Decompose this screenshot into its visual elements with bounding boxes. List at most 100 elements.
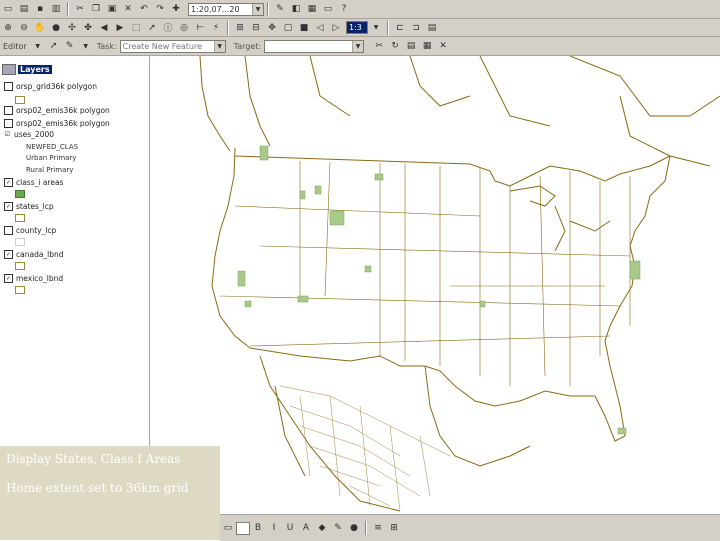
layout-pan-icon[interactable]: ✥ bbox=[265, 21, 279, 35]
help-icon[interactable]: ? bbox=[337, 2, 351, 16]
layout-back-icon[interactable]: ◁ bbox=[313, 21, 327, 35]
print-icon[interactable]: ▥ bbox=[49, 2, 63, 16]
layer-visibility-checkbox[interactable]: ✓ bbox=[4, 250, 13, 259]
fill-color-icon[interactable]: ◆ bbox=[315, 521, 329, 535]
rotate-tool-icon[interactable]: ↻ bbox=[388, 39, 402, 53]
fixed-zoom-out-icon[interactable]: ✤ bbox=[81, 21, 95, 35]
states-symbol-icon bbox=[15, 214, 25, 222]
layer-visibility-checkbox[interactable] bbox=[4, 119, 13, 128]
layer-item[interactable]: county_lcp bbox=[4, 226, 56, 235]
select-elements-icon[interactable]: ➚ bbox=[145, 21, 159, 35]
class-i-areas-symbol-icon bbox=[15, 190, 25, 198]
sketch-tool-icon[interactable]: ✎ bbox=[63, 39, 77, 53]
open-folder-icon[interactable]: ▤ bbox=[17, 2, 31, 16]
select-features-icon[interactable]: ⬚ bbox=[129, 21, 143, 35]
attributes-icon[interactable]: ▤ bbox=[404, 39, 418, 53]
new-document-icon[interactable]: ▭ bbox=[1, 2, 15, 16]
layer-visibility-checkbox[interactable] bbox=[4, 82, 13, 91]
focus-frame-icon[interactable]: ⊐ bbox=[409, 21, 423, 35]
layer-label: orsp02_emis36k polygon bbox=[16, 106, 110, 115]
layers-header[interactable]: Layers bbox=[18, 64, 52, 74]
layer-visibility-checkbox[interactable]: ✓ bbox=[4, 178, 13, 187]
undo-icon[interactable]: ↶ bbox=[137, 2, 151, 16]
editor-menu[interactable]: Editor bbox=[3, 42, 27, 51]
chevron-down-icon[interactable]: ▼ bbox=[31, 39, 45, 53]
delete-icon[interactable]: ✕ bbox=[121, 2, 135, 16]
layout-forward-icon[interactable]: ▷ bbox=[329, 21, 343, 35]
change-layout-icon[interactable]: ▤ bbox=[425, 21, 439, 35]
layer-item[interactable]: ✓ class_i areas bbox=[4, 178, 63, 187]
redo-icon[interactable]: ↷ bbox=[153, 2, 167, 16]
zoom-in-icon[interactable]: ⊕ bbox=[1, 21, 15, 35]
find-icon[interactable]: ◎ bbox=[177, 21, 191, 35]
layer-item[interactable]: ☑ uses_2000 bbox=[4, 130, 54, 139]
measure-icon[interactable]: ⊢ bbox=[193, 21, 207, 35]
arctoolbox-icon[interactable]: ◧ bbox=[289, 2, 303, 16]
hyperlink-icon[interactable]: ⚡ bbox=[209, 21, 223, 35]
editor-toolbar-icon[interactable]: ✎ bbox=[273, 2, 287, 16]
caption-panel: Display States, Class I Areas Home exten… bbox=[0, 446, 220, 540]
fixed-zoom-in-icon[interactable]: ✣ bbox=[65, 21, 79, 35]
bold-icon[interactable]: B bbox=[251, 521, 265, 535]
zoom-100-icon[interactable]: ■ bbox=[297, 21, 311, 35]
chevron-down-icon[interactable]: ▼ bbox=[352, 40, 364, 52]
mexico-boundary bbox=[259, 355, 531, 512]
task-combobox[interactable]: Create New Feature ▼ bbox=[119, 39, 226, 53]
layers-root[interactable]: Layers bbox=[2, 62, 149, 76]
layer-item[interactable]: ✓ mexico_lbnd bbox=[4, 274, 63, 283]
pan-icon[interactable]: ✋ bbox=[33, 21, 47, 35]
italic-icon[interactable]: I bbox=[267, 521, 281, 535]
line-color-icon[interactable]: ✎ bbox=[331, 521, 345, 535]
layer-item[interactable]: orsp02_emis36k polygon bbox=[4, 119, 110, 128]
chevron-down-icon[interactable]: ▼ bbox=[369, 21, 383, 35]
font-size-combobox[interactable] bbox=[236, 521, 250, 535]
layer-item[interactable]: ✓ canada_lbnd bbox=[4, 250, 64, 259]
split-tool-icon[interactable]: ✂ bbox=[372, 39, 386, 53]
scale-combobox[interactable]: 1:20,07...20 ▼ bbox=[188, 2, 264, 16]
map-display[interactable] bbox=[150, 55, 720, 514]
drawing-toolbar: ▭ B I U A ◆ ✎ ● ≡ ⊞ bbox=[220, 514, 720, 541]
target-combobox[interactable]: ▼ bbox=[264, 39, 365, 53]
zoom-out-icon[interactable]: ⊖ bbox=[17, 21, 31, 35]
marker-color-icon[interactable]: ● bbox=[347, 521, 361, 535]
chevron-down-icon[interactable]: ▼ bbox=[252, 3, 263, 15]
zoom-whole-page-icon[interactable]: ▢ bbox=[281, 21, 295, 35]
cut-icon[interactable]: ✂ bbox=[73, 2, 87, 16]
layout-zoom-in-icon[interactable]: ⊞ bbox=[233, 21, 247, 35]
layer-label: states_lcp bbox=[16, 202, 54, 211]
save-icon[interactable]: ▪ bbox=[33, 2, 47, 16]
distribute-icon[interactable]: ⊞ bbox=[387, 521, 401, 535]
edit-tool-icon[interactable]: ➚ bbox=[47, 39, 61, 53]
sketch-properties-icon[interactable]: ▦ bbox=[420, 39, 434, 53]
close-icon[interactable]: ✕ bbox=[436, 39, 450, 53]
identify-icon[interactable]: ⓘ bbox=[161, 21, 175, 35]
toggle-draft-icon[interactable]: ⊏ bbox=[393, 21, 407, 35]
layer-item[interactable]: ✓ states_lcp bbox=[4, 202, 54, 211]
layer-visibility-checkbox[interactable]: ☑ bbox=[4, 131, 11, 138]
paste-icon[interactable]: ▣ bbox=[105, 2, 119, 16]
layer-visibility-checkbox[interactable]: ✓ bbox=[4, 274, 13, 283]
forward-extent-icon[interactable]: ▶ bbox=[113, 21, 127, 35]
full-extent-icon[interactable]: ● bbox=[49, 21, 63, 35]
zoom-combobox[interactable]: 1:3 bbox=[346, 21, 368, 34]
draw-menu-icon[interactable]: ▭ bbox=[221, 521, 235, 535]
arccatalog-icon[interactable]: ▦ bbox=[305, 2, 319, 16]
back-extent-icon[interactable]: ◀ bbox=[97, 21, 111, 35]
add-data-icon[interactable]: ✚ bbox=[169, 2, 183, 16]
layer-item[interactable]: orsp_grid36k polygon bbox=[4, 82, 97, 91]
align-icon[interactable]: ≡ bbox=[371, 521, 385, 535]
layout-zoom-out-icon[interactable]: ⊟ bbox=[249, 21, 263, 35]
layer-visibility-checkbox[interactable] bbox=[4, 106, 13, 115]
copy-icon[interactable]: ❐ bbox=[89, 2, 103, 16]
chevron-down-icon[interactable]: ▼ bbox=[79, 39, 93, 53]
font-color-icon[interactable]: A bbox=[299, 521, 313, 535]
legend-class-label: Rural Primary bbox=[26, 166, 74, 174]
class-i-areas bbox=[237, 145, 641, 435]
mexico-municipio-boundaries bbox=[279, 385, 451, 512]
layer-item[interactable]: orsp02_emis36k polygon bbox=[4, 106, 110, 115]
layer-visibility-checkbox[interactable] bbox=[4, 226, 13, 235]
chevron-down-icon[interactable]: ▼ bbox=[213, 40, 225, 52]
command-line-icon[interactable]: ▭ bbox=[321, 2, 335, 16]
layer-visibility-checkbox[interactable]: ✓ bbox=[4, 202, 13, 211]
underline-icon[interactable]: U bbox=[283, 521, 297, 535]
